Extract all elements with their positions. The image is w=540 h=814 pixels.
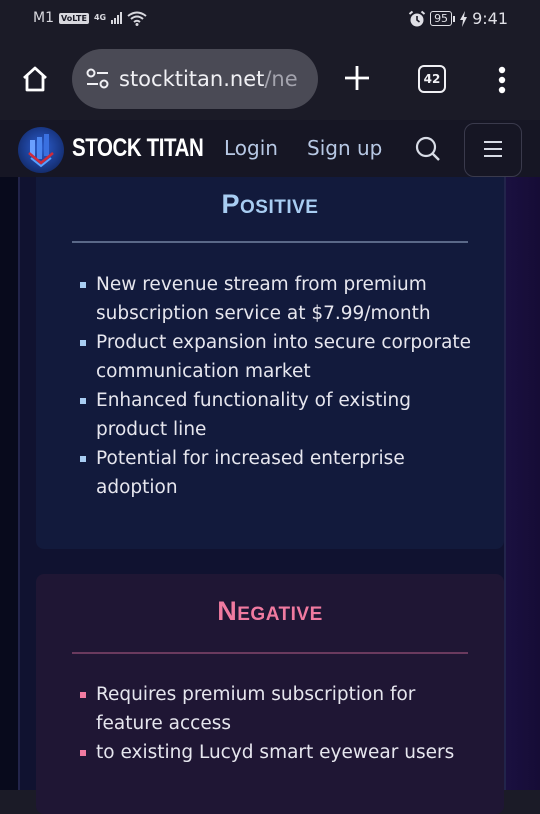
url-domain: stocktitan.net: [119, 67, 265, 91]
tabs-button[interactable]: 42: [418, 65, 446, 93]
positive-list: New revenue stream from premium subscrip…: [78, 270, 478, 502]
list-item: Enhanced functionality of existing produ…: [78, 386, 478, 444]
clock: 9:41: [472, 9, 508, 28]
negative-list: Requires premium subscription for featur…: [78, 680, 478, 767]
list-item: Product expansion into secure corporate …: [78, 328, 478, 386]
battery-tip: [453, 15, 456, 22]
list-item-text: New revenue stream from premium subscrip…: [96, 274, 431, 324]
negative-card: Negative Requires premium subscription f…: [36, 574, 504, 814]
logo-icon[interactable]: [18, 127, 64, 173]
brand-name[interactable]: STOCK TITAN: [72, 134, 204, 163]
bullet-icon: [80, 692, 86, 698]
wifi-icon: [127, 11, 147, 26]
carrier-label: M1: [33, 10, 54, 26]
status-left: M1 VoLTE 4G: [33, 10, 147, 26]
content-border-left: [18, 177, 20, 790]
battery-icon: 95: [430, 11, 453, 26]
list-item: New revenue stream from premium subscrip…: [78, 270, 478, 328]
site-header: STOCK TITAN Login Sign up: [0, 120, 540, 177]
signup-link[interactable]: Sign up: [307, 136, 382, 160]
browser-toolbar: stocktitan.net/ne 42: [0, 38, 540, 120]
list-item-text: Requires premium subscription for featur…: [96, 684, 416, 734]
list-item: to existing Lucyd smart eyewear users: [78, 738, 478, 767]
new-tab-icon[interactable]: [342, 63, 372, 93]
search-icon[interactable]: [414, 135, 442, 163]
alarm-icon: [408, 10, 426, 26]
address-bar[interactable]: stocktitan.net/ne: [72, 49, 318, 109]
negative-title: Negative: [217, 596, 323, 626]
home-icon[interactable]: [20, 64, 50, 94]
status-bar: M1 VoLTE 4G 95 9:41: [0, 0, 540, 38]
positive-title: Positive: [221, 189, 319, 219]
list-item-text: to existing Lucyd smart eyewear users: [96, 742, 455, 763]
url-text[interactable]: stocktitan.net/ne: [119, 67, 309, 91]
status-right: 95 9:41: [408, 9, 508, 28]
list-item-text: Potential for increased enterprise adopt…: [96, 448, 405, 498]
list-item-text: Enhanced functionality of existing produ…: [96, 390, 412, 440]
content-border-right: [504, 177, 506, 790]
page-content: Positive New revenue stream from premium…: [0, 177, 540, 814]
bullet-icon: [80, 750, 86, 756]
hamburger-menu-icon: [484, 141, 502, 157]
site-settings-icon[interactable]: [85, 68, 111, 90]
menu-button[interactable]: [464, 123, 522, 177]
list-item: Requires premium subscription for featur…: [78, 680, 478, 738]
list-item-text: Product expansion into secure corporate …: [96, 332, 472, 382]
bullet-icon: [80, 398, 86, 404]
charging-icon: [460, 10, 468, 27]
login-link[interactable]: Login: [224, 136, 278, 160]
bullet-icon: [80, 456, 86, 462]
more-icon[interactable]: [498, 66, 506, 94]
bullet-icon: [80, 282, 86, 288]
positive-divider: [72, 241, 468, 243]
positive-card: Positive New revenue stream from premium…: [36, 177, 504, 549]
bullet-icon: [80, 340, 86, 346]
network-type: 4G: [93, 13, 107, 22]
volte-badge: VoLTE: [59, 12, 89, 24]
url-path: /ne: [264, 67, 298, 91]
negative-divider: [72, 652, 468, 654]
list-item: Potential for increased enterprise adopt…: [78, 444, 478, 502]
signal-icon: [111, 12, 123, 24]
